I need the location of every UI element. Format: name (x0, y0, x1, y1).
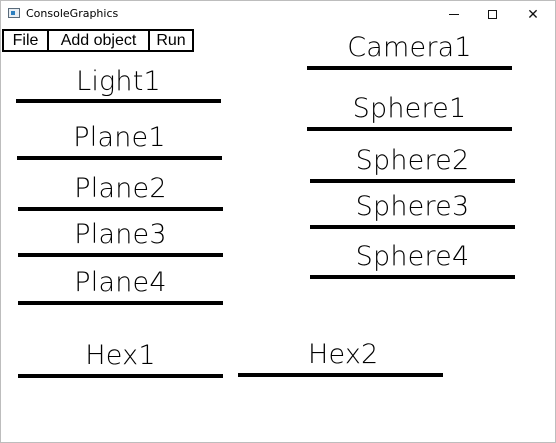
close-icon: ✕ (527, 6, 539, 23)
title-bar[interactable]: ConsoleGraphics ✕ (1, 1, 555, 28)
file-menu-button[interactable]: File (2, 29, 49, 52)
object-plane2[interactable]: Plane2 (18, 170, 223, 211)
maximize-icon (487, 10, 497, 19)
object-camera1[interactable]: Camera1 (307, 28, 512, 70)
add-object-button[interactable]: Add object (47, 29, 150, 52)
object-sphere3[interactable]: Sphere3 (310, 187, 515, 229)
object-plane3[interactable]: Plane3 (18, 216, 223, 257)
close-button[interactable]: ✕ (511, 1, 555, 28)
object-light1[interactable]: Light1 (16, 63, 221, 103)
window-title: ConsoleGraphics (26, 7, 119, 20)
minimize-icon (449, 14, 459, 15)
app-window: ConsoleGraphics ✕ File Add object Run Li… (0, 0, 556, 443)
object-sphere4[interactable]: Sphere4 (310, 237, 515, 279)
object-plane4[interactable]: Plane4 (18, 264, 223, 305)
object-sphere1[interactable]: Sphere1 (307, 89, 512, 131)
object-hex1[interactable]: Hex1 (18, 336, 223, 378)
run-button[interactable]: Run (148, 29, 194, 52)
object-plane1[interactable]: Plane1 (17, 119, 222, 160)
maximize-button[interactable] (470, 1, 514, 28)
app-window-icon (8, 8, 20, 18)
object-hex2[interactable]: Hex2 (238, 336, 443, 377)
object-sphere2[interactable]: Sphere2 (310, 141, 515, 183)
